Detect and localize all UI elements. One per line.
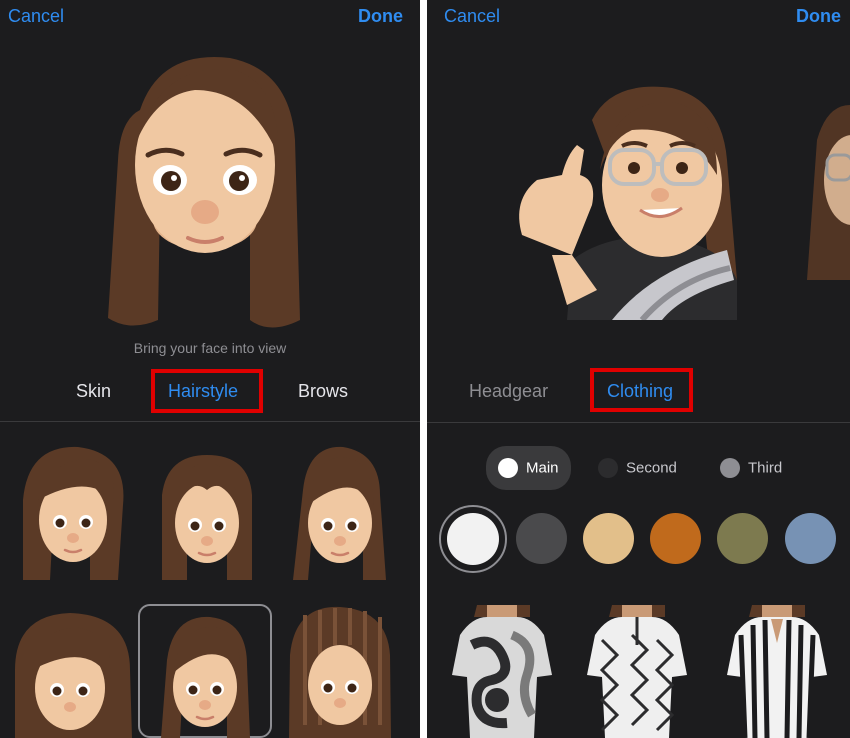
color-target-main-label: Main [526,459,559,477]
tab-hairstyle[interactable]: Hairstyle [168,381,238,402]
swatch-olive[interactable] [717,513,768,564]
done-button[interactable]: Done [358,6,403,27]
memoji-peek-preview [807,105,850,280]
tab-skin[interactable]: Skin [76,381,111,402]
tab-headgear[interactable]: Headgear [469,381,548,402]
swatch-tan[interactable] [583,513,634,564]
memoji-preview [108,57,300,328]
divider [0,421,420,422]
clothing-option-geometric[interactable] [587,605,687,738]
color-target-main[interactable]: Main [498,458,559,478]
swatch-blue[interactable] [785,513,836,564]
face-hint-text: Bring your face into view [133,340,287,356]
color-target-third-label: Third [748,459,783,477]
swatch-white[interactable] [447,513,499,565]
image-divider [420,0,427,738]
color-target-second[interactable]: Second [598,458,677,478]
hairstyle-option-4[interactable] [10,610,135,738]
hairstyle-option-5[interactable] [155,615,255,738]
color-target-third[interactable]: Third [720,458,782,478]
memoji-clothing-preview [519,86,737,320]
main-color-dot [498,458,518,478]
hairstyle-option-2[interactable] [157,455,257,585]
tab-clothing[interactable]: Clothing [607,381,673,402]
divider [427,422,850,423]
cancel-button[interactable]: Cancel [444,6,500,27]
hairstyle-option-6[interactable] [285,605,395,738]
cancel-button[interactable]: Cancel [8,6,64,27]
second-color-dot [598,458,618,478]
swatch-orange-brown[interactable] [650,513,701,564]
clothing-option-swirl[interactable] [452,605,552,738]
clothing-option-striped[interactable] [727,605,827,738]
color-target-second-label: Second [626,459,677,477]
right-screen: Cancel Done Headgear Clothing Main Secon [427,0,850,738]
tab-brows[interactable]: Brows [298,381,348,402]
hairstyle-option-3[interactable] [288,445,388,585]
hairstyle-option-1[interactable] [18,445,128,585]
left-screen: Cancel Done Bring your face into view Sk… [0,0,420,738]
third-color-dot [720,458,740,478]
swatch-dark-gray[interactable] [516,513,567,564]
done-button[interactable]: Done [796,6,841,27]
